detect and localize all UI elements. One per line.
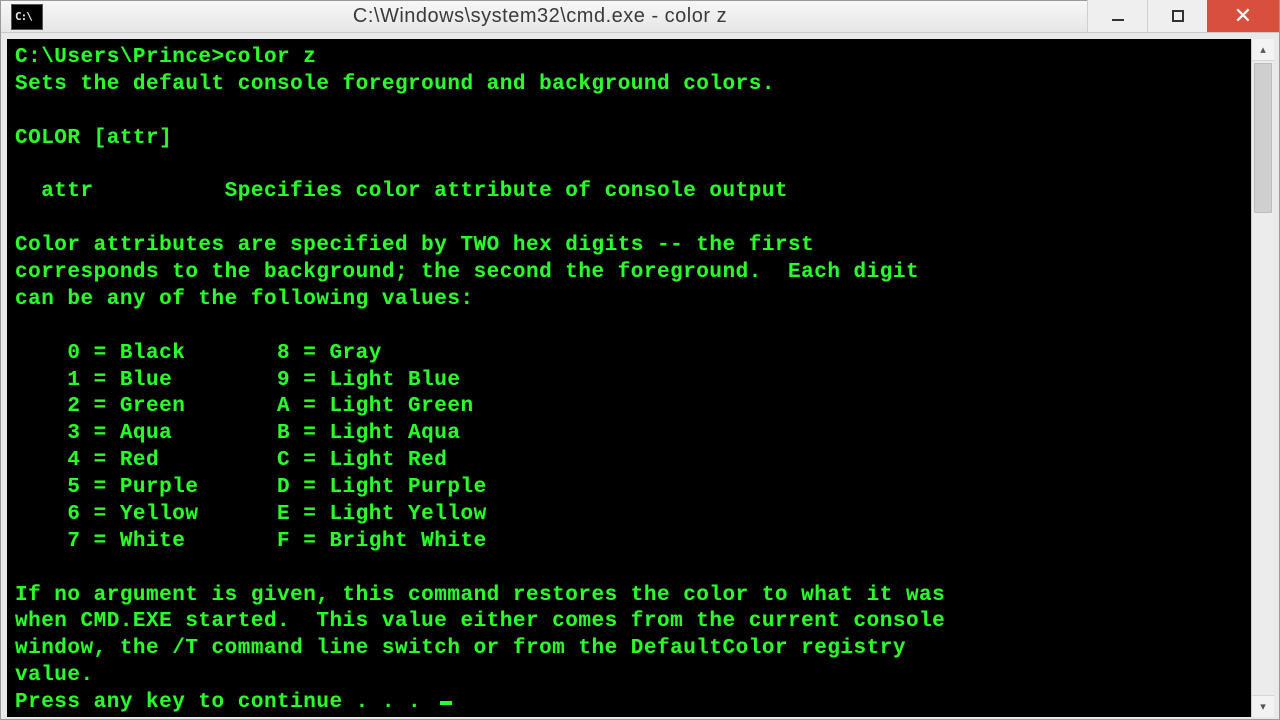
scroll-down-button[interactable]: ▾ bbox=[1252, 695, 1274, 717]
vertical-scrollbar[interactable]: ▴ ▾ bbox=[1251, 39, 1273, 717]
close-icon: ✕ bbox=[1234, 5, 1252, 27]
console-output[interactable]: C:\Users\Prince>color z Sets the default… bbox=[7, 39, 1251, 717]
scroll-up-button[interactable]: ▴ bbox=[1252, 39, 1274, 61]
minimize-button[interactable] bbox=[1087, 0, 1147, 32]
cmd-icon: C:\ bbox=[11, 4, 43, 30]
cmd-icon-label: C:\ bbox=[12, 11, 32, 22]
client-area: C:\Users\Prince>color z Sets the default… bbox=[7, 39, 1273, 717]
maximize-icon bbox=[1172, 10, 1184, 22]
window-controls: ✕ bbox=[1087, 1, 1279, 32]
press-any-key: Press any key to continue . . . bbox=[15, 691, 434, 714]
titlebar[interactable]: C:\ C:\Windows\system32\cmd.exe - color … bbox=[1, 1, 1279, 33]
window-title: C:\Windows\system32\cmd.exe - color z bbox=[53, 5, 1087, 28]
maximize-button[interactable] bbox=[1147, 0, 1207, 32]
close-button[interactable]: ✕ bbox=[1207, 0, 1279, 32]
text-cursor bbox=[440, 701, 452, 705]
scroll-thumb[interactable] bbox=[1254, 63, 1272, 213]
minimize-icon bbox=[1112, 19, 1124, 21]
cmd-window: C:\ C:\Windows\system32\cmd.exe - color … bbox=[0, 0, 1280, 720]
